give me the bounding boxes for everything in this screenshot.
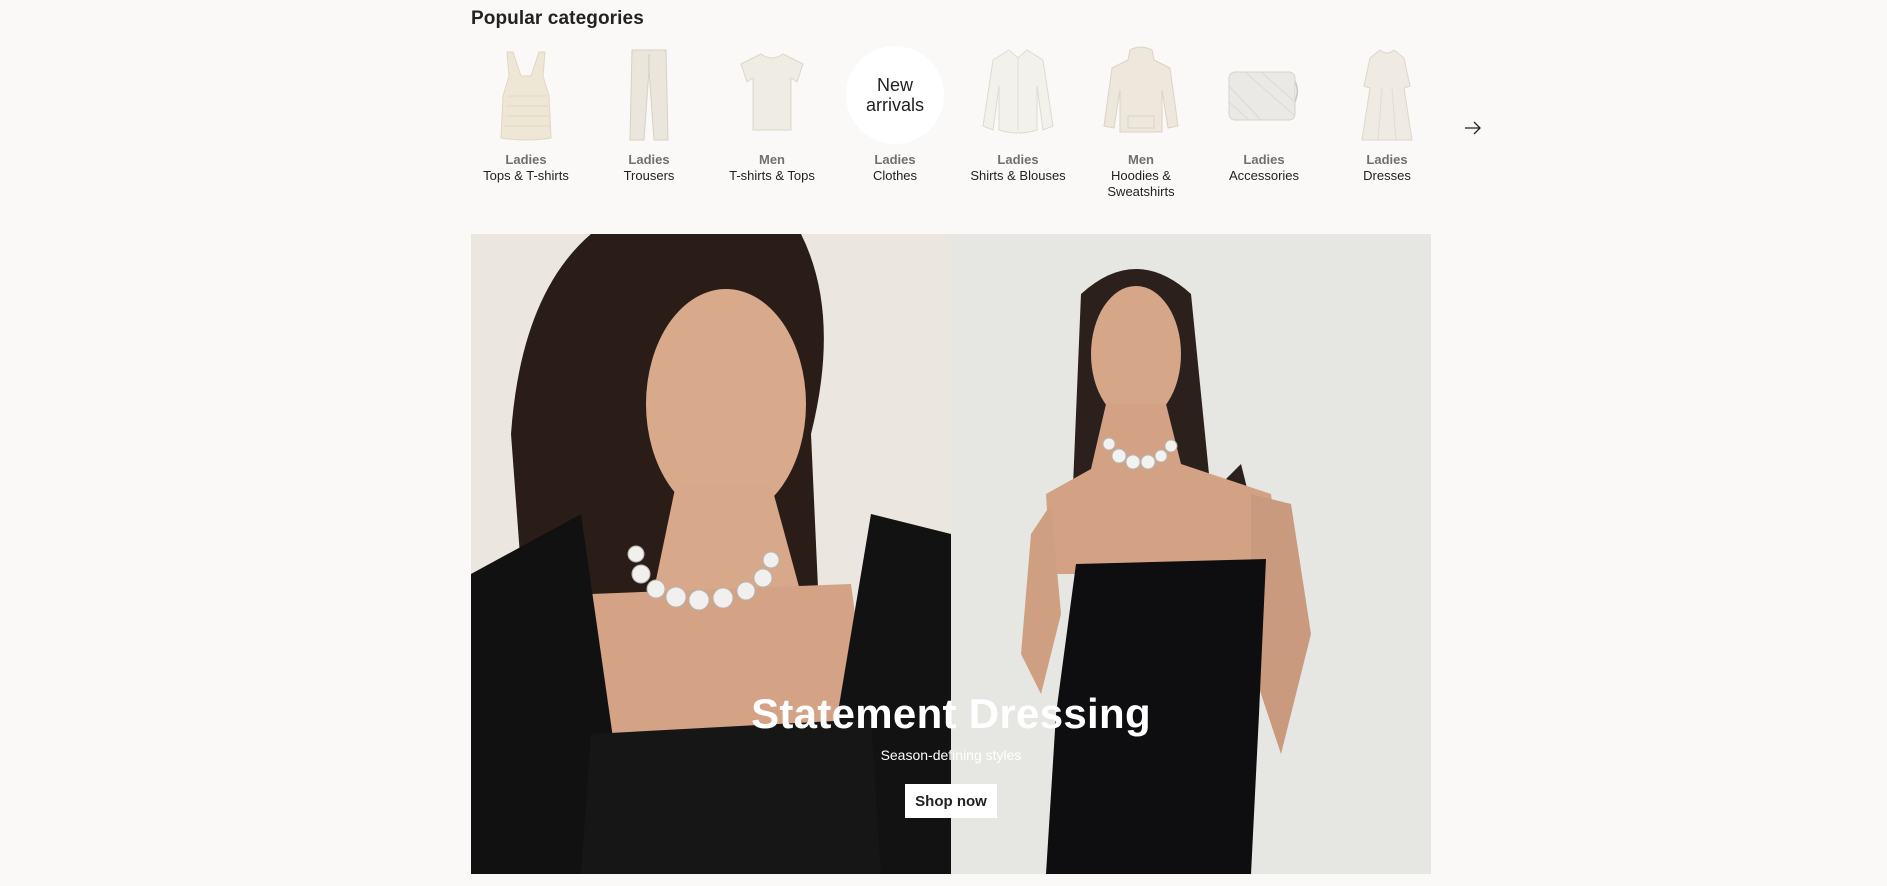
section-title: Popular categories	[471, 8, 644, 29]
dress-image	[1338, 46, 1436, 144]
arrow-right-icon[interactable]	[1461, 116, 1485, 140]
hero-image-right	[951, 234, 1431, 874]
category-name: Dresses	[1363, 168, 1411, 183]
category-men-hoodies[interactable]: Men Hoodies & Sweatshirts	[1086, 46, 1196, 200]
hero-subtitle: Season-defining styles	[880, 747, 1022, 763]
category-name-line-2: Sweatshirts	[1107, 184, 1175, 199]
hoodie-image	[1092, 46, 1190, 144]
trousers-image	[600, 46, 698, 144]
category-ladies-tops[interactable]: Ladies Tops & T-shirts	[471, 46, 581, 184]
category-name: Accessories	[1228, 168, 1300, 183]
category-name: Tops & T-shirts	[483, 168, 569, 183]
category-name: Clothes	[872, 168, 918, 183]
category-new-arrivals[interactable]: New arrivals Ladies Clothes	[840, 46, 950, 184]
blouse-image	[969, 46, 1067, 144]
tshirt-image	[723, 46, 821, 144]
category-ladies-shirts[interactable]: Ladies Shirts & Blouses	[963, 46, 1073, 184]
category-gender: Ladies	[505, 152, 547, 167]
hero-title: Statement Dressing	[751, 690, 1151, 737]
category-gender: Ladies	[1243, 152, 1285, 167]
category-gender: Ladies	[1366, 152, 1408, 167]
badge-line-1: New	[876, 75, 913, 95]
category-name: Shirts & Blouses	[970, 168, 1066, 183]
hero-banner[interactable]: Statement Dressing Season-defining style…	[471, 234, 1431, 874]
category-gender: Men	[759, 152, 785, 167]
category-gender: Men	[1128, 152, 1154, 167]
category-ladies-dresses[interactable]: Ladies Dresses	[1332, 46, 1442, 184]
bag-image	[1215, 46, 1313, 144]
category-carousel: Ladies Tops & T-shirts Ladies Trousers M…	[471, 46, 1481, 206]
category-men-tshirts[interactable]: Men T-shirts & Tops	[717, 46, 827, 184]
category-name: Hoodies &	[1111, 168, 1171, 183]
category-name: T-shirts & Tops	[729, 168, 815, 183]
category-name: Trousers	[623, 168, 675, 183]
shop-now-button[interactable]: Shop now	[905, 784, 997, 818]
category-gender: Ladies	[628, 152, 670, 167]
knit-tank-top-image	[477, 46, 575, 144]
badge-line-2: arrivals	[865, 95, 924, 115]
new-arrivals-badge: New arrivals	[846, 46, 944, 144]
category-ladies-trousers[interactable]: Ladies Trousers	[594, 46, 704, 184]
category-ladies-accessories[interactable]: Ladies Accessories	[1209, 46, 1319, 184]
category-gender: Ladies	[874, 152, 916, 167]
category-gender: Ladies	[997, 152, 1039, 167]
hero-image-left	[471, 234, 951, 874]
